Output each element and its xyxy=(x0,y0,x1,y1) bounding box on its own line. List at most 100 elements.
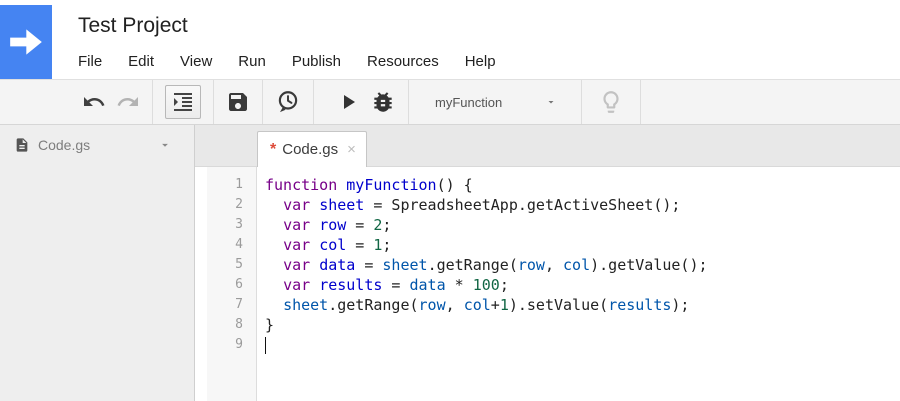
code-token: 100 xyxy=(473,276,500,294)
menu-publish[interactable]: Publish xyxy=(292,53,341,70)
code-line[interactable]: } xyxy=(265,315,900,335)
execution-history-button[interactable] xyxy=(275,89,301,115)
menu-resources[interactable]: Resources xyxy=(367,53,439,70)
line-number: 4 xyxy=(207,235,256,255)
menu-view[interactable]: View xyxy=(180,53,212,70)
menu-bar: File Edit View Run Publish Resources Hel… xyxy=(78,53,522,70)
code-token: data xyxy=(410,276,446,294)
sidebar-file-codegs[interactable]: Code.gs xyxy=(0,125,194,163)
redo-button[interactable] xyxy=(116,90,140,114)
code-editor: 123456789 function myFunction() { var sh… xyxy=(195,167,900,401)
editor-panel: * Code.gs × 123456789 function myFunctio… xyxy=(195,125,900,401)
code-token: col xyxy=(464,296,491,314)
code-token: ; xyxy=(500,276,509,294)
code-token xyxy=(265,196,283,214)
code-token: row xyxy=(518,256,545,274)
lightbulb-icon xyxy=(598,89,624,115)
arrow-right-icon xyxy=(7,23,45,61)
indent-button[interactable] xyxy=(165,85,201,119)
code-token: sheet xyxy=(319,196,364,214)
code-token: var xyxy=(283,276,310,294)
toolbar-separator xyxy=(152,80,153,124)
code-token: = SpreadsheetApp.getActiveSheet(); xyxy=(364,196,680,214)
app-header: Test Project File Edit View Run Publish … xyxy=(0,0,900,79)
menu-edit[interactable]: Edit xyxy=(128,53,154,70)
code-token: = xyxy=(355,256,382,274)
run-button[interactable] xyxy=(336,90,360,114)
redo-icon xyxy=(116,90,140,114)
toolbar-separator xyxy=(262,80,263,124)
project-title[interactable]: Test Project xyxy=(78,14,188,38)
files-sidebar: Code.gs xyxy=(0,125,195,401)
code-token: , xyxy=(446,296,464,314)
code-token xyxy=(265,276,283,294)
code-line[interactable]: var sheet = SpreadsheetApp.getActiveShee… xyxy=(265,195,900,215)
line-number: 9 xyxy=(207,335,256,355)
code-token: ; xyxy=(382,216,391,234)
menu-file[interactable]: File xyxy=(78,53,102,70)
tab-title: Code.gs xyxy=(282,141,338,158)
code-line[interactable]: var results = data * 100; xyxy=(265,275,900,295)
file-icon xyxy=(14,137,30,153)
code-token xyxy=(265,236,283,254)
unsaved-indicator: * xyxy=(270,141,276,159)
save-icon xyxy=(226,90,250,114)
code-token: () { xyxy=(437,176,473,194)
run-icon xyxy=(336,90,360,114)
code-token: sheet xyxy=(382,256,427,274)
code-token: + xyxy=(491,296,500,314)
tab-bar: * Code.gs × xyxy=(195,125,900,167)
code-token: ).setValue( xyxy=(509,296,608,314)
code-token xyxy=(337,176,346,194)
line-number-gutter: 123456789 xyxy=(207,167,257,401)
code-token xyxy=(310,196,319,214)
code-line[interactable] xyxy=(265,335,900,355)
code-token: .getRange( xyxy=(428,256,518,274)
code-token: 1 xyxy=(500,296,509,314)
toolbar-separator xyxy=(581,80,582,124)
main-area: Code.gs * Code.gs × 123456789 function m… xyxy=(0,125,900,401)
code-token: col xyxy=(319,236,346,254)
indent-icon xyxy=(171,90,195,114)
gutter-spacer xyxy=(195,167,207,401)
undo-button[interactable] xyxy=(82,90,106,114)
undo-icon xyxy=(82,90,106,114)
code-token: col xyxy=(563,256,590,274)
debug-button[interactable] xyxy=(370,89,396,115)
debug-icon xyxy=(370,89,396,115)
code-token xyxy=(265,256,283,274)
code-line[interactable]: var data = sheet.getRange(row, col).getV… xyxy=(265,255,900,275)
code-token: sheet xyxy=(283,296,328,314)
menu-run[interactable]: Run xyxy=(238,53,266,70)
code-token: row xyxy=(419,296,446,314)
line-number: 7 xyxy=(207,295,256,315)
code-content[interactable]: function myFunction() { var sheet = Spre… xyxy=(257,167,900,401)
code-line[interactable]: var col = 1; xyxy=(265,235,900,255)
chevron-down-icon xyxy=(545,96,557,108)
chevron-down-icon[interactable] xyxy=(158,138,172,152)
code-token xyxy=(310,256,319,274)
text-cursor xyxy=(265,337,266,354)
apps-script-logo xyxy=(0,5,52,79)
toolbar-separator xyxy=(313,80,314,124)
execution-history-icon xyxy=(275,89,301,115)
code-token: .getRange( xyxy=(328,296,418,314)
code-token: row xyxy=(319,216,346,234)
code-token: var xyxy=(283,216,310,234)
tab-close-icon[interactable]: × xyxy=(347,141,356,158)
code-token: } xyxy=(265,316,274,334)
function-selector[interactable]: myFunction xyxy=(421,79,569,125)
save-button[interactable] xyxy=(226,90,250,114)
code-line[interactable]: sheet.getRange(row, col+1).setValue(resu… xyxy=(265,295,900,315)
code-token: myFunction xyxy=(346,176,436,194)
code-token: function xyxy=(265,176,337,194)
toolbar-separator xyxy=(408,80,409,124)
code-token: , xyxy=(545,256,563,274)
suggestions-button[interactable] xyxy=(598,89,624,115)
menu-help[interactable]: Help xyxy=(465,53,496,70)
tab-codegs[interactable]: * Code.gs × xyxy=(257,131,367,167)
code-token xyxy=(310,276,319,294)
line-number: 2 xyxy=(207,195,256,215)
code-line[interactable]: var row = 2; xyxy=(265,215,900,235)
code-line[interactable]: function myFunction() { xyxy=(265,175,900,195)
